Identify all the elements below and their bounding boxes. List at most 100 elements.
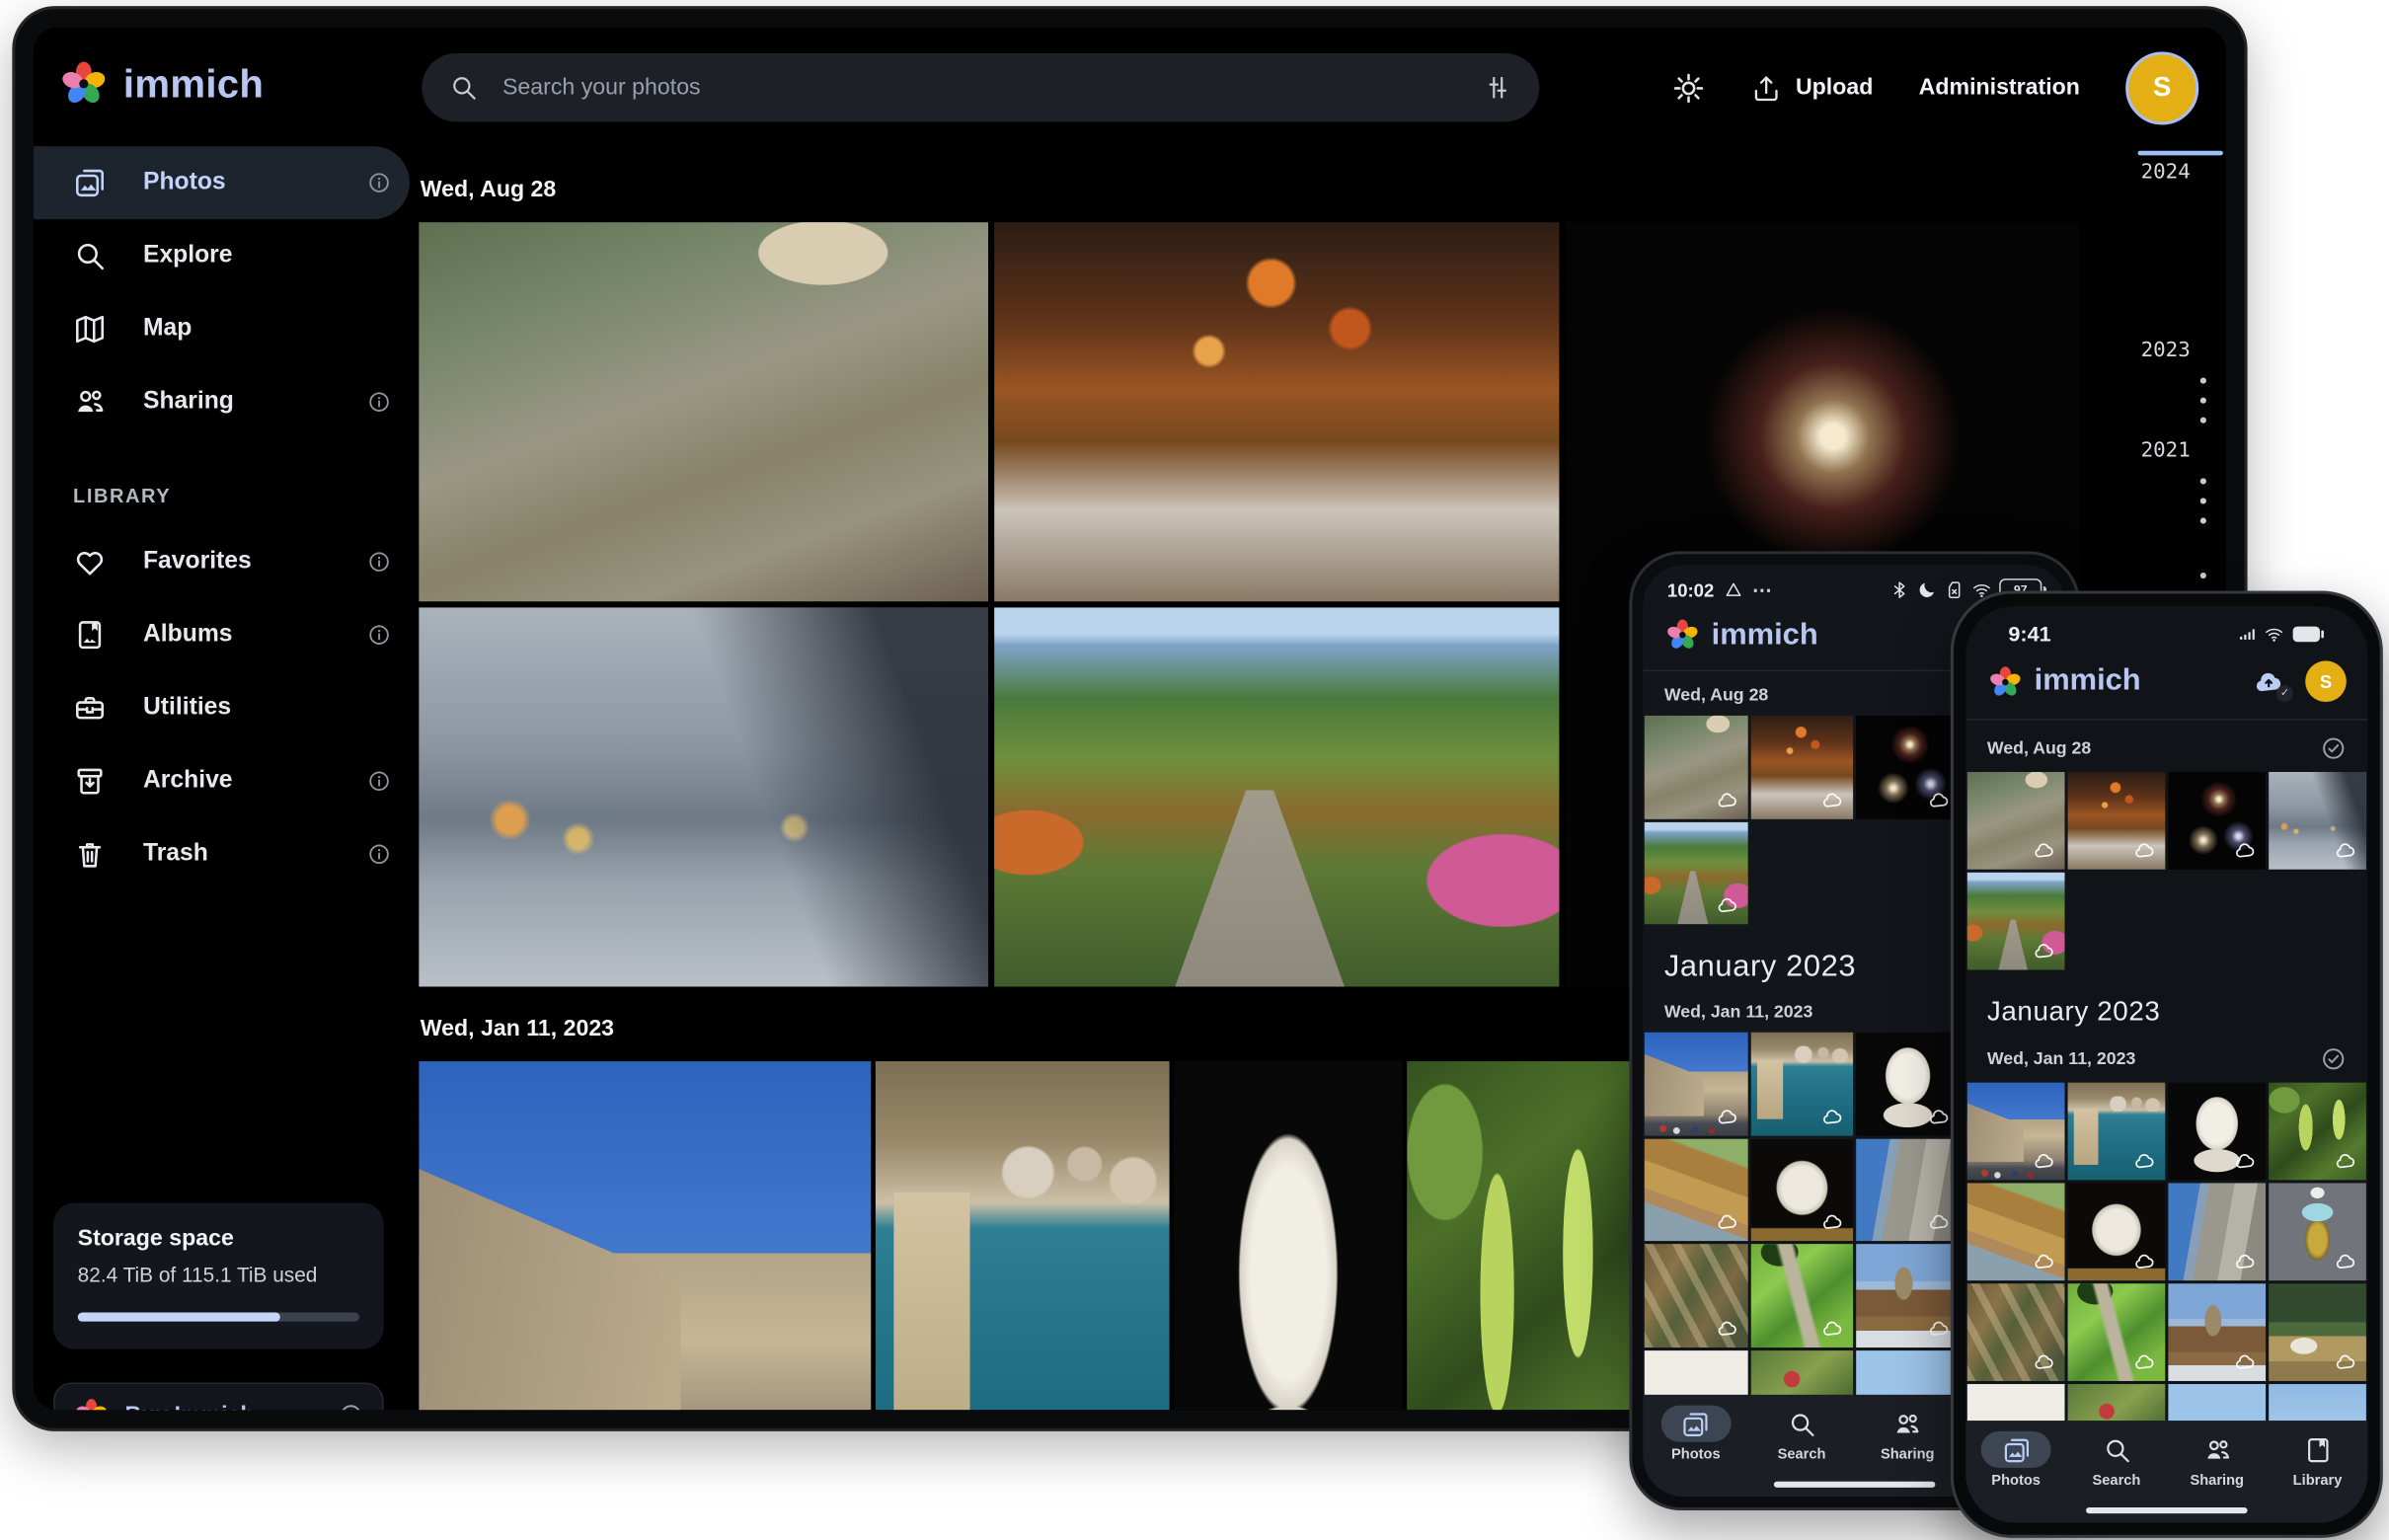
search-bar[interactable] [422,53,1539,121]
sidebar-item-favorites[interactable]: Favorites [34,525,410,598]
photo-bust[interactable] [1856,1033,1959,1135]
filter-icon[interactable] [1483,73,1511,102]
user-avatar[interactable]: S [2125,51,2198,124]
photos-icon [73,166,107,199]
cloud-backup-icon [2133,839,2156,862]
sidebar-item-trash[interactable]: Trash [34,817,410,890]
photo-bust[interactable] [1174,1061,1402,1410]
upload-label: Upload [1796,75,1873,101]
photo-farmhouse[interactable] [2269,1283,2366,1381]
photo-zoo[interactable] [1645,716,1747,818]
photo-trophy[interactable] [2269,1183,2366,1280]
photo-hands[interactable] [2269,772,2366,870]
timeline-year-2023[interactable]: 2023 [2141,337,2191,364]
nav-item-sharing[interactable]: Sharing [2168,1431,2266,1490]
photo-village[interactable] [2168,1283,2266,1381]
photo-coast[interactable] [2068,1083,2166,1181]
photo-sculpture[interactable] [1750,1138,1853,1241]
photo-dinner[interactable] [2068,772,2166,870]
immich-pinwheel-icon [1664,617,1701,654]
timeline-year-2024[interactable]: 2024 [2141,158,2191,186]
people-icon [2202,1435,2231,1464]
photo-dinner[interactable] [994,222,1559,601]
date-row: Wed, Jan 11, 2023 [1965,1031,2367,1082]
photo-lizard1[interactable] [1645,1244,1747,1347]
photo-coast[interactable] [876,1061,1170,1410]
photo-coast[interactable] [1750,1033,1853,1135]
timeline-dot-group [2200,478,2206,523]
photo-castle[interactable] [1967,1083,2065,1181]
select-all-icon[interactable] [2321,1046,2347,1072]
photo-lizard1[interactable] [1967,1283,2065,1381]
upload-button[interactable]: Upload [1751,72,1873,103]
cloud-sync-icon[interactable]: ✓ [2248,664,2290,698]
photo-berries[interactable] [1407,1061,1645,1410]
sidebar-item-archive[interactable]: Archive [34,744,410,817]
search-icon [2102,1435,2130,1464]
desktop-header: immich Upload Administration [34,28,2226,146]
photo-berries[interactable] [2269,1083,2366,1181]
sidebar-section-label: LIBRARY [34,438,419,525]
sidebar-item-utilities[interactable]: Utilities [34,671,410,744]
photo-beach[interactable] [1967,1183,2065,1280]
photos-icon [2001,1435,2030,1464]
photo-lizard2[interactable] [2068,1283,2166,1381]
info-icon[interactable] [367,390,392,415]
photo-autumn[interactable] [1967,873,2065,970]
info-icon[interactable] [367,623,392,648]
info-icon[interactable] [367,842,392,867]
info-icon[interactable] [338,1402,363,1410]
nav-item-photos[interactable]: Photos [1967,1431,2065,1490]
nav-item-photos[interactable]: Photos [1647,1406,1744,1464]
nav-item-sharing[interactable]: Sharing [1859,1406,1957,1464]
sidebar-item-photos[interactable]: Photos [34,146,410,219]
info-icon[interactable] [367,550,392,575]
timeline-year-2021[interactable]: 2021 [2141,437,2191,465]
photo-autumn[interactable] [1645,821,1747,924]
photo-hands[interactable] [419,607,988,986]
photo-ruins[interactable] [2168,1183,2266,1280]
timeline-dot [2200,398,2206,404]
info-icon[interactable] [367,171,392,195]
theme-toggle-icon[interactable] [1672,71,1706,105]
photo-castle[interactable] [1645,1033,1747,1135]
administration-label: Administration [1919,75,2080,101]
photo-village[interactable] [1856,1244,1959,1347]
photo-beach[interactable] [1645,1138,1747,1241]
no-sim-icon [1945,580,1965,600]
home-indicator [2086,1507,2247,1513]
user-avatar[interactable]: S [2305,660,2347,702]
sidebar-item-albums[interactable]: Albums [34,598,410,671]
photo-fireworks[interactable] [2168,772,2266,870]
timeline-dot [2200,378,2206,384]
photo-dinner[interactable] [1750,716,1853,818]
status-time: 10:02 [1667,579,1714,601]
sidebar-item-sharing[interactable]: Sharing [34,365,410,438]
sidebar-item-map[interactable]: Map [34,292,410,365]
photo-ruins[interactable] [1856,1138,1959,1241]
dnd-moon-icon [1917,580,1937,600]
info-icon[interactable] [367,769,392,794]
photo-bust[interactable] [2168,1083,2266,1181]
buy-immich-button[interactable]: Buy Immich [53,1382,384,1410]
sidebar-item-explore[interactable]: Explore [34,219,410,292]
cloud-backup-icon [1927,788,1950,810]
search-icon [73,239,107,272]
photo-fireworks[interactable] [1856,716,1959,818]
photo-sculpture[interactable] [2068,1183,2166,1280]
timeline-position-indicator[interactable] [2138,151,2223,156]
photo-lizard2[interactable] [1750,1244,1853,1347]
photo-castle[interactable] [419,1061,871,1410]
administration-link[interactable]: Administration [1919,75,2080,101]
sidebar-item-label: Trash [143,840,208,868]
search-input[interactable] [500,73,1462,102]
select-all-icon[interactable] [2321,735,2347,761]
photo-zoo[interactable] [419,222,988,601]
nav-item-library[interactable]: Library [2269,1431,2366,1490]
nav-label: Photos [1671,1446,1721,1463]
nav-item-search[interactable]: Search [1753,1406,1851,1464]
photo-autumn[interactable] [994,607,1559,986]
photo-zoo[interactable] [1967,772,2065,870]
nav-item-search[interactable]: Search [2068,1431,2166,1490]
sync-check-badge: ✓ [2276,684,2293,701]
